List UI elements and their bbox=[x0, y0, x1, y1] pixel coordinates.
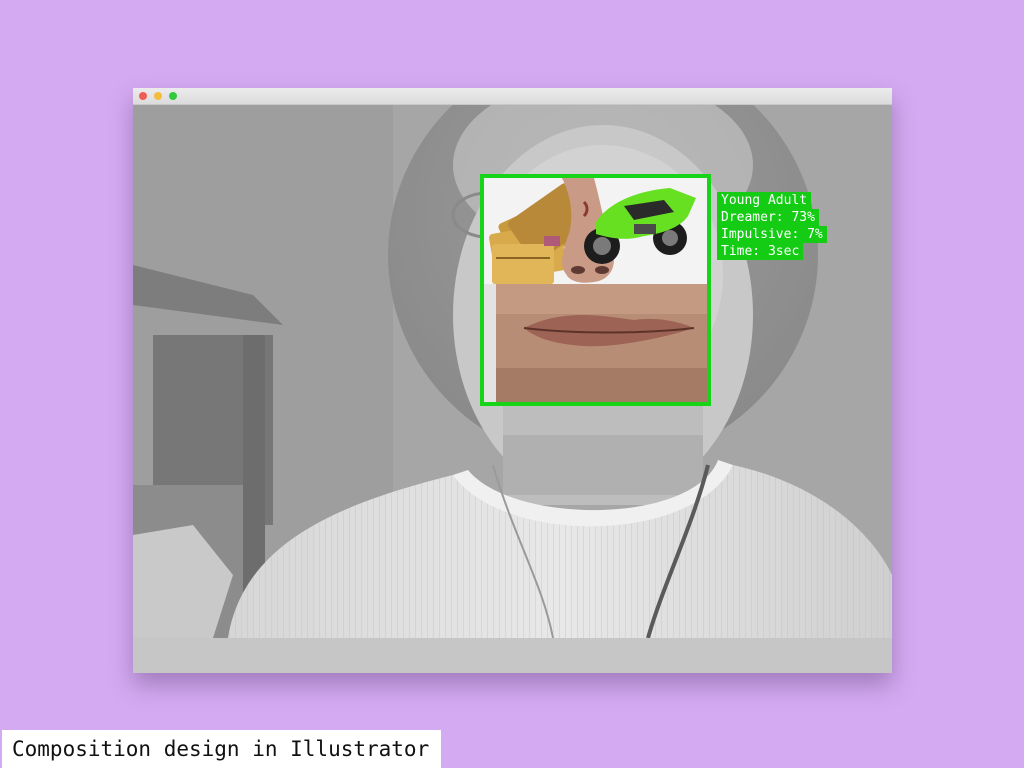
classification-tags: Young Adult Dreamer: 73% Impulsive: 7% T… bbox=[717, 192, 827, 260]
tag-time: Time: 3sec bbox=[717, 243, 804, 260]
tag-impulsive: Impulsive: 7% bbox=[717, 226, 827, 243]
minimize-window-button[interactable] bbox=[154, 92, 162, 100]
mouth-image bbox=[496, 284, 707, 402]
webcam-view: Young Adult Dreamer: 73% Impulsive: 7% T… bbox=[133, 105, 892, 638]
tag-age: Young Adult bbox=[717, 192, 812, 209]
tag-dreamer: Dreamer: 73% bbox=[717, 209, 819, 226]
close-window-button[interactable] bbox=[139, 92, 147, 100]
app-window: Young Adult Dreamer: 73% Impulsive: 7% T… bbox=[133, 88, 892, 673]
window-footer bbox=[133, 638, 892, 673]
face-collage bbox=[484, 178, 707, 402]
face-detection-box bbox=[480, 174, 711, 406]
caption-label: Composition design in Illustrator bbox=[2, 730, 442, 768]
window-titlebar[interactable] bbox=[133, 88, 892, 105]
maximize-window-button[interactable] bbox=[169, 92, 177, 100]
